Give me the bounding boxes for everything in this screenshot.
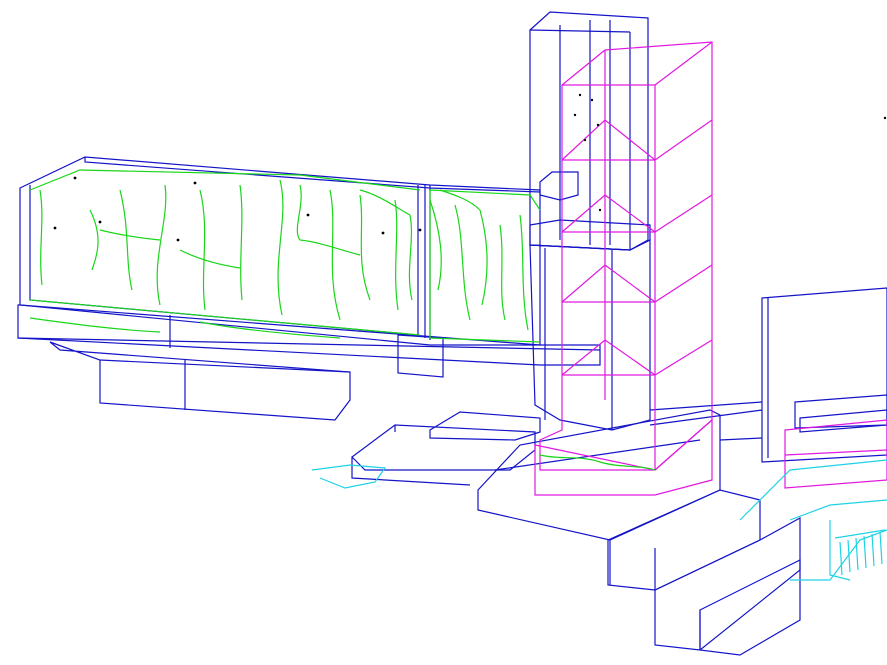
survey-points [53, 93, 887, 242]
pipe-3 [719, 437, 763, 441]
ground-right-lower [789, 499, 887, 521]
point [176, 238, 180, 242]
wall-block-inner-front [29, 185, 419, 336]
crack-border-bottom [29, 299, 421, 336]
point [883, 116, 887, 120]
pipe-1 [649, 401, 763, 411]
frame-outline [539, 41, 713, 471]
point [578, 93, 582, 97]
point [583, 138, 587, 142]
point [193, 181, 197, 185]
crack-base-curves [539, 454, 656, 471]
crack-lines-a [39, 179, 413, 321]
frame-band-2 [561, 194, 713, 233]
wall-base-line [17, 337, 601, 351]
tower-front-left [529, 29, 631, 33]
step-1 [607, 489, 761, 591]
point [98, 220, 102, 224]
cracks-layer [29, 169, 656, 471]
drain-box [429, 411, 541, 441]
point [573, 113, 577, 117]
step-3 [699, 559, 801, 656]
ground-left-curve [311, 464, 387, 489]
side-building [761, 287, 887, 463]
tower-lower-shaft [529, 239, 651, 431]
step-2 [654, 516, 801, 651]
crack-panel-2-top [429, 189, 541, 211]
point [590, 98, 594, 102]
tower-collar [539, 171, 579, 201]
crack-lines-b [99, 189, 529, 331]
frame-band-3 [561, 264, 713, 303]
point [53, 226, 57, 230]
point [598, 208, 602, 212]
wall-lower-box [397, 334, 444, 378]
structure-layer [17, 11, 887, 656]
grate-pattern [834, 529, 886, 576]
crack-panel-2-bottom [429, 337, 541, 343]
footing-left-top [99, 359, 351, 373]
point [418, 228, 422, 232]
channel-lip [351, 457, 471, 486]
point [73, 176, 77, 180]
ground-cyan-layer [311, 459, 887, 581]
side-magenta-line [784, 449, 887, 456]
frame-top-back [654, 41, 713, 86]
channel-trough [351, 424, 536, 471]
point [306, 213, 310, 217]
base-platform [477, 409, 721, 541]
point [596, 123, 600, 127]
cad-viewport[interactable] [0, 0, 887, 665]
point [381, 231, 385, 235]
footing-left [49, 341, 351, 421]
wireframe-drawing [17, 11, 887, 656]
